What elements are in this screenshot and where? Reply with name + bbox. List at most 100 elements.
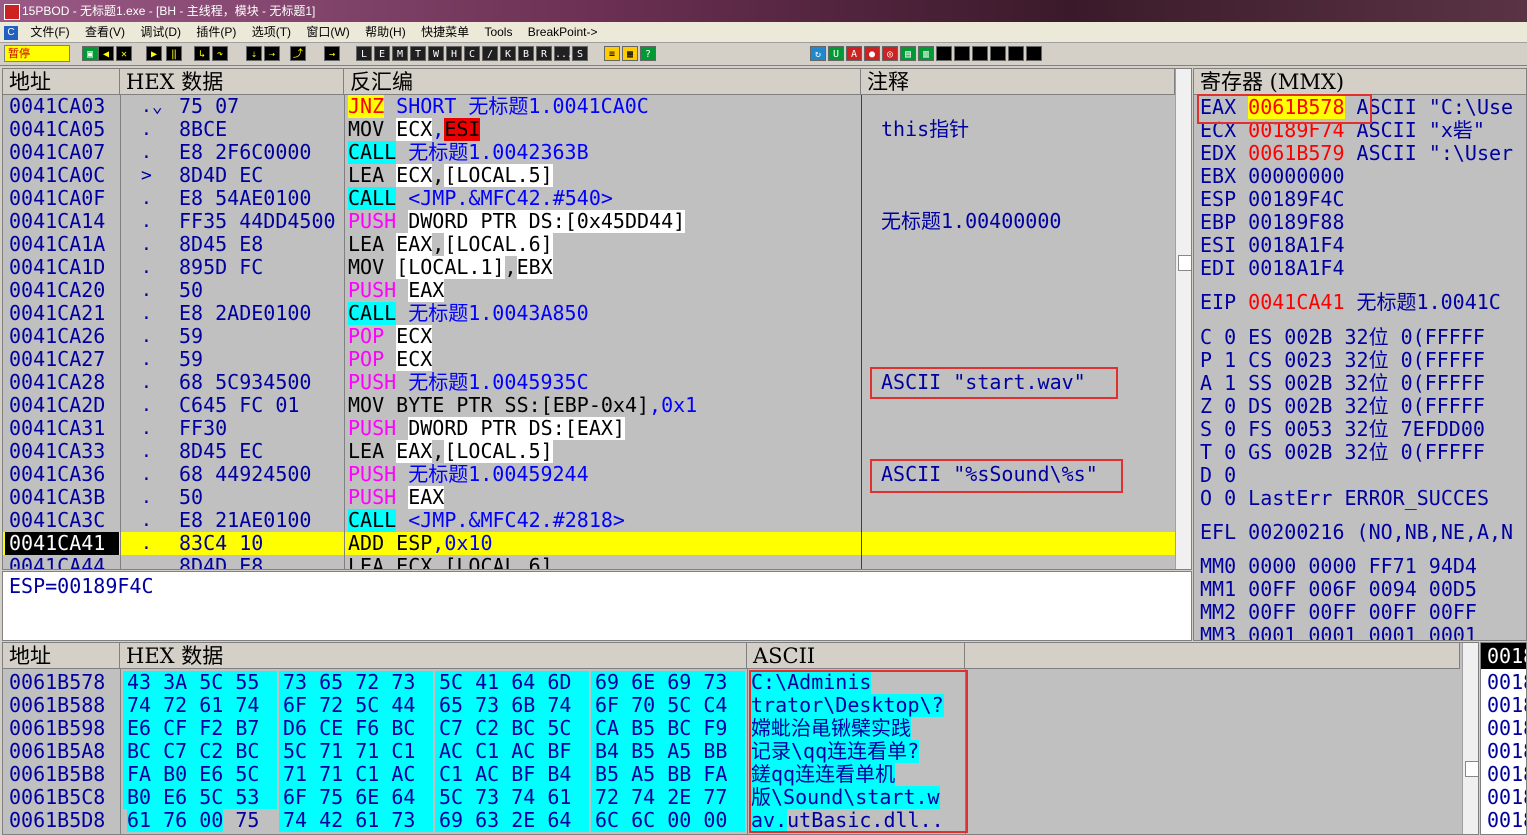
dump-address[interactable]: 0061B5C8 bbox=[9, 786, 119, 809]
disasm-row[interactable]: 0041CA41. 83C4 10 ADD ESP,0x10 bbox=[3, 532, 1175, 555]
goto-icon[interactable]: → bbox=[324, 46, 340, 61]
register-value[interactable]: 0041CA41 bbox=[1248, 290, 1344, 314]
plugin-a-icon[interactable]: A bbox=[846, 46, 862, 61]
register-value[interactable]: 00000000 bbox=[1248, 164, 1344, 188]
disasm-address[interactable]: 0041CA0F bbox=[9, 187, 119, 210]
disasm-address[interactable]: 0041CA33 bbox=[9, 440, 119, 463]
child-window-icon[interactable]: C bbox=[4, 25, 18, 40]
dump-address[interactable]: 0061B5D8 bbox=[9, 809, 119, 832]
register-row[interactable]: EBP 00189F88 bbox=[1200, 211, 1345, 234]
dump-address[interactable]: 0061B588 bbox=[9, 694, 119, 717]
disasm-header-hex[interactable]: HEX 数据 bbox=[120, 69, 344, 95]
log-window-button[interactable]: L bbox=[356, 46, 372, 61]
dump-address[interactable]: 0061B5B8 bbox=[9, 763, 119, 786]
disasm-row[interactable]: 0041CA1A. 8D45 E8 LEA EAX,[LOCAL.6] bbox=[3, 233, 1175, 256]
disasm-address[interactable]: 0041CA1A bbox=[9, 233, 119, 256]
disasm-address[interactable]: 0041CA14 bbox=[9, 210, 119, 233]
dump-pane[interactable]: 地址 HEX 数据 ASCII 0061B578 43 3A 5C 55 73 65… bbox=[2, 642, 1479, 835]
flag-row[interactable]: A 1 SS 002B 32位 0(FFFFF bbox=[1200, 372, 1485, 395]
register-value[interactable]: 0018A1F4 bbox=[1248, 256, 1344, 280]
disasm-address[interactable]: 0041CA20 bbox=[9, 279, 119, 302]
disasm-row[interactable]: 0041CA03 .⌄ 75 07 JNZ SHORT 无标题1.0041CA0C bbox=[3, 95, 1175, 118]
menu-options[interactable]: 选项(T) bbox=[246, 22, 297, 42]
trace-into-icon[interactable]: ⇣ bbox=[246, 46, 262, 61]
flag-row[interactable]: T 0 GS 002B 32位 0(FFFFF bbox=[1200, 441, 1485, 464]
windows-window-button[interactable]: W bbox=[428, 46, 444, 61]
runtrace-window-button[interactable]: ... bbox=[554, 46, 573, 61]
execute-till-return-icon[interactable]: ⤴ bbox=[290, 46, 306, 61]
menu-window[interactable]: 窗口(W) bbox=[300, 22, 355, 42]
plugin-table-icon[interactable]: ▥ bbox=[918, 46, 934, 61]
registers-pane[interactable]: 寄存器 (MMX) EAX 0061B578 ASCII "C:\Use ECX … bbox=[1193, 68, 1527, 641]
register-row[interactable]: EDX 0061B579 ASCII ":\User bbox=[1200, 142, 1513, 165]
dump-row[interactable]: 0061B588 74 72 61 74 6F 72 5C 44 65 73 6B 7… bbox=[3, 694, 1460, 717]
menu-help[interactable]: 帮助(H) bbox=[359, 22, 412, 42]
memory-window-button[interactable]: M bbox=[392, 46, 408, 61]
disasm-address[interactable]: 0041CA31 bbox=[9, 417, 119, 440]
threads-window-button[interactable]: T bbox=[410, 46, 426, 61]
dump-scrollbar[interactable] bbox=[1462, 643, 1478, 834]
dump-address[interactable]: 0061B5A8 bbox=[9, 740, 119, 763]
mmx-row[interactable]: MM3 0001 0001 0001 0001 bbox=[1200, 624, 1477, 641]
disasm-row[interactable]: 0041CA1D. 895D FC MOV [LOCAL.1],EBX bbox=[3, 256, 1175, 279]
dump-header-address[interactable]: 地址 bbox=[3, 643, 120, 669]
blank-button-6[interactable] bbox=[1026, 46, 1042, 61]
blank-button-1[interactable] bbox=[936, 46, 952, 61]
efl-row[interactable]: EFL 00200216 (NO,NB,NE,A,N bbox=[1200, 521, 1513, 544]
menu-debug[interactable]: 调试(D) bbox=[134, 22, 187, 42]
blank-button-3[interactable] bbox=[972, 46, 988, 61]
refresh-icon[interactable]: ↻ bbox=[810, 46, 826, 61]
flag-row[interactable]: D 0 bbox=[1200, 464, 1236, 487]
register-value[interactable]: 00189F4C bbox=[1248, 187, 1344, 211]
handles-window-button[interactable]: H bbox=[446, 46, 462, 61]
dump-address[interactable]: 0061B598 bbox=[9, 717, 119, 740]
disasm-address[interactable]: 0041CA05 bbox=[9, 118, 119, 141]
disasm-row[interactable]: 0041CA0F. E8 54AE0100 CALL <JMP.&MFC42.#54… bbox=[3, 187, 1175, 210]
disasm-address[interactable]: 0041CA3C bbox=[9, 509, 119, 532]
flag-row[interactable]: Z 0 DS 002B 32位 0(FFFFF bbox=[1200, 395, 1485, 418]
dump-row[interactable]: 0061B578 43 3A 5C 55 73 65 72 73 5C 41 64 6… bbox=[3, 671, 1460, 694]
blank-button-5[interactable] bbox=[1008, 46, 1024, 61]
target-icon[interactable]: ◎ bbox=[882, 46, 898, 61]
close-icon[interactable]: ✕ bbox=[116, 46, 132, 61]
mmx-row[interactable]: MM0 0000 0000 FF71 94D4 bbox=[1200, 555, 1477, 578]
registers-header[interactable]: 寄存器 (MMX) bbox=[1194, 69, 1526, 95]
references-window-button[interactable]: R bbox=[536, 46, 552, 61]
menu-file[interactable]: 文件(F) bbox=[24, 22, 75, 42]
disasm-address[interactable]: 0041CA36 bbox=[9, 463, 119, 486]
blank-button-2[interactable] bbox=[954, 46, 970, 61]
disasm-address[interactable]: 0041CA41 bbox=[5, 532, 119, 555]
menu-plugins[interactable]: 插件(P) bbox=[190, 22, 242, 42]
step-over-icon[interactable]: ↷ bbox=[212, 46, 228, 61]
register-row[interactable]: EDI 0018A1F4 bbox=[1200, 257, 1345, 280]
stack-row[interactable]: 0018 bbox=[1487, 671, 1526, 694]
dump-row[interactable]: 0061B598 E6 CF F2 B7 D6 CE F6 BC C7 C2 BC 5… bbox=[3, 717, 1460, 740]
disasm-row[interactable]: 0041CA31. FF30 PUSH DWORD PTR DS:[EAX] bbox=[3, 417, 1175, 440]
register-row[interactable]: ESP 00189F4C bbox=[1200, 188, 1345, 211]
source-window-button[interactable]: S bbox=[572, 46, 588, 61]
disasm-address[interactable]: 0041CA2D bbox=[9, 394, 119, 417]
cpu-window-button[interactable]: C bbox=[464, 46, 480, 61]
disasm-row[interactable]: 0041CA07. E8 2F6C0000 CALL 无标题1.0042363B bbox=[3, 141, 1175, 164]
disasm-row[interactable]: 0041CA21. E8 2ADE0100 CALL 无标题1.0043A850 bbox=[3, 302, 1175, 325]
open-icon[interactable]: ▣ bbox=[82, 46, 98, 61]
plugin-u-icon[interactable]: U bbox=[828, 46, 844, 61]
disasm-header-address[interactable]: 地址 bbox=[3, 69, 120, 95]
dump-header-hex[interactable]: HEX 数据 bbox=[120, 643, 747, 669]
stack-row[interactable]: 0018 bbox=[1487, 694, 1526, 717]
trace-over-icon[interactable]: ⇢ bbox=[264, 46, 280, 61]
disasm-address[interactable]: 0041CA3B bbox=[9, 486, 119, 509]
disasm-address[interactable]: 0041CA1D bbox=[9, 256, 119, 279]
breakpoints-window-button[interactable]: B bbox=[518, 46, 534, 61]
disasm-scrollbar[interactable] bbox=[1175, 69, 1191, 569]
disasm-row[interactable]: 0041CA3C. E8 21AE0100 CALL <JMP.&MFC42.#28… bbox=[3, 509, 1175, 532]
register-value[interactable]: 00189F88 bbox=[1248, 210, 1344, 234]
disasm-header-comment[interactable]: 注释 bbox=[861, 69, 1175, 95]
menu-view[interactable]: 查看(V) bbox=[79, 22, 131, 42]
grid-icon[interactable]: ▦ bbox=[622, 46, 638, 61]
disasm-address[interactable]: 0041CA07 bbox=[9, 141, 119, 164]
flag-row[interactable]: P 1 CS 0023 32位 0(FFFFF bbox=[1200, 349, 1485, 372]
modules-window-button[interactable]: E bbox=[374, 46, 390, 61]
help-icon[interactable]: ? bbox=[640, 46, 656, 61]
menu-breakpoint[interactable]: BreakPoint-> bbox=[522, 22, 604, 42]
